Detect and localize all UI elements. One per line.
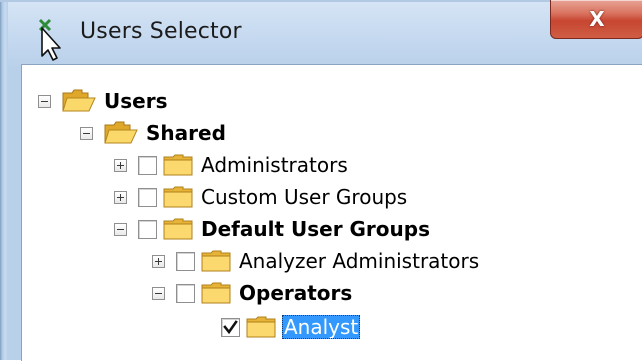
close-icon: X — [589, 7, 605, 31]
tree-label-custom-user-groups[interactable]: Custom User Groups — [199, 185, 409, 209]
collapse-toggle-shared[interactable] — [80, 126, 93, 140]
tree-node-default-user-groups[interactable]: Default User Groups — [114, 215, 432, 243]
tree-node-users[interactable]: Users — [38, 87, 169, 115]
tree-node-operators[interactable]: Operators — [152, 279, 354, 307]
window-frame: Users Selector X Users Shared Administra… — [0, 0, 642, 361]
folder-icon — [163, 154, 193, 176]
tree-label-shared[interactable]: Shared — [144, 121, 228, 145]
checkbox-operators[interactable] — [176, 283, 195, 303]
expand-toggle-analyzer-administrators[interactable] — [152, 254, 165, 268]
checkbox-custom-user-groups[interactable] — [138, 187, 157, 207]
checkbox-analyzer-administrators[interactable] — [176, 251, 195, 271]
tree-label-default-user-groups[interactable]: Default User Groups — [199, 217, 432, 241]
window-title: Users Selector — [80, 19, 242, 44]
tree-label-analyzer-administrators[interactable]: Analyzer Administrators — [237, 249, 481, 273]
title-bar[interactable]: Users Selector X — [8, 0, 642, 64]
tree-node-administrators[interactable]: Administrators — [114, 151, 350, 179]
folder-icon — [163, 186, 193, 208]
users-tree: Users Shared Administrators Custom User … — [22, 65, 642, 361]
folder-open-icon — [62, 89, 96, 112]
window-border-left[interactable] — [0, 0, 8, 360]
tree-label-analyst[interactable]: Analyst — [282, 315, 361, 339]
collapse-toggle-operators[interactable] — [152, 286, 165, 300]
collapse-toggle-users[interactable] — [38, 94, 51, 108]
folder-icon — [201, 282, 231, 304]
tree-node-shared[interactable]: Shared — [80, 119, 228, 147]
tree-node-custom-user-groups[interactable]: Custom User Groups — [114, 183, 409, 211]
collapse-toggle-default-user-groups[interactable] — [114, 222, 127, 236]
close-button[interactable]: X — [550, 0, 642, 39]
folder-icon — [201, 250, 231, 272]
checkmark-icon — [223, 319, 238, 334]
folder-icon — [246, 316, 276, 338]
app-cursor-icon — [38, 18, 61, 61]
checkbox-analyst[interactable] — [221, 317, 240, 337]
tree-node-analyzer-administrators[interactable]: Analyzer Administrators — [152, 247, 481, 275]
tree-label-administrators[interactable]: Administrators — [199, 153, 350, 177]
expand-toggle-custom-user-groups[interactable] — [114, 190, 127, 204]
tree-label-users[interactable]: Users — [102, 89, 169, 113]
expand-toggle-administrators[interactable] — [114, 158, 127, 172]
folder-open-icon — [104, 121, 138, 144]
tree-node-analyst[interactable]: Analyst — [221, 313, 361, 341]
checkbox-default-user-groups[interactable] — [138, 219, 157, 239]
checkbox-administrators[interactable] — [138, 155, 157, 175]
client-area: Users Shared Administrators Custom User … — [21, 64, 642, 361]
folder-icon — [163, 218, 193, 240]
tree-label-operators[interactable]: Operators — [237, 281, 354, 305]
